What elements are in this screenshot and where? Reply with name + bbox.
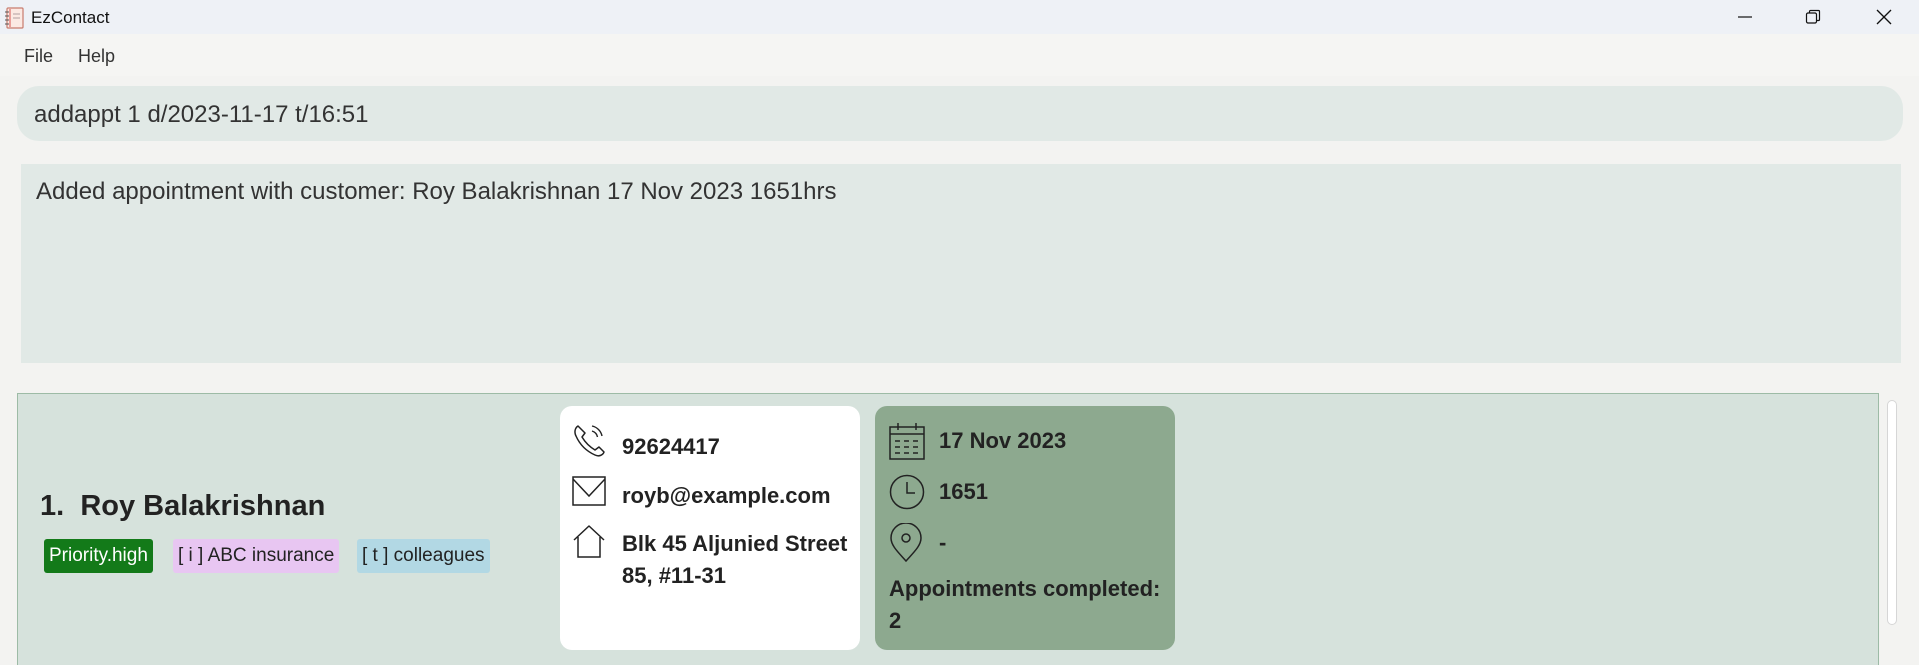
person-name-heading: 1. Roy Balakrishnan (40, 490, 325, 523)
close-icon (1876, 9, 1892, 25)
email-icon (572, 476, 606, 506)
menu-file[interactable]: File (24, 46, 53, 67)
calendar-icon (889, 423, 925, 460)
person-index: 1. (40, 490, 65, 522)
home-icon (573, 525, 605, 558)
appointments-completed-label: Appointments completed: (889, 576, 1161, 601)
restore-icon (1805, 9, 1821, 24)
phone-number: 92624417 (622, 434, 720, 459)
menu-help[interactable]: Help (78, 46, 115, 67)
appointment-venue: - (939, 530, 947, 555)
person-list-panel: 1. Roy Balakrishnan Priority.high [ i ] … (17, 393, 1879, 665)
command-input[interactable]: addappt 1 d/2023-11-17 t/16:51 (17, 86, 1903, 141)
minimize-icon (1738, 16, 1752, 18)
insurance-tag: [ i ] ABC insurance (173, 539, 340, 573)
phone-icon (574, 425, 605, 457)
close-button[interactable] (1852, 0, 1916, 34)
email-address: royb@example.com (622, 483, 831, 508)
contact-details-card: 92624417 royb@example.com Blk 45 Aljunie… (560, 406, 860, 650)
category-tag: [ t ] colleagues (357, 539, 490, 573)
appointment-date: 17 Nov 2023 (939, 428, 1067, 453)
restore-button[interactable] (1781, 0, 1845, 34)
menu-bar: File Help (0, 34, 1919, 76)
minimize-button[interactable] (1713, 0, 1777, 34)
priority-tag: Priority.high (44, 539, 153, 573)
result-message: Added appointment with customer: Roy Bal… (36, 178, 837, 205)
title-bar: EzContact (0, 0, 1919, 34)
appointment-card: 17 Nov 2023 1651 - Appointments complete… (875, 406, 1175, 650)
command-input-text: addappt 1 d/2023-11-17 t/16:51 (34, 101, 369, 128)
result-display: Added appointment with customer: Roy Bal… (21, 164, 1901, 363)
address-line-1: Blk 45 Aljunied Street (622, 531, 848, 556)
app-notebook-icon (5, 7, 24, 29)
window-title: EzContact (31, 8, 110, 27)
location-pin-icon (890, 523, 922, 563)
person-list-scrollbar[interactable] (1884, 397, 1900, 665)
appointment-time: 1651 (939, 479, 988, 504)
address-line-2: 85, #11-31 (622, 563, 726, 588)
scrollbar-thumb[interactable] (1887, 400, 1897, 625)
clock-icon (889, 474, 925, 510)
appointments-completed-count: 2 (889, 608, 902, 633)
person-name: Roy Balakrishnan (80, 490, 326, 522)
